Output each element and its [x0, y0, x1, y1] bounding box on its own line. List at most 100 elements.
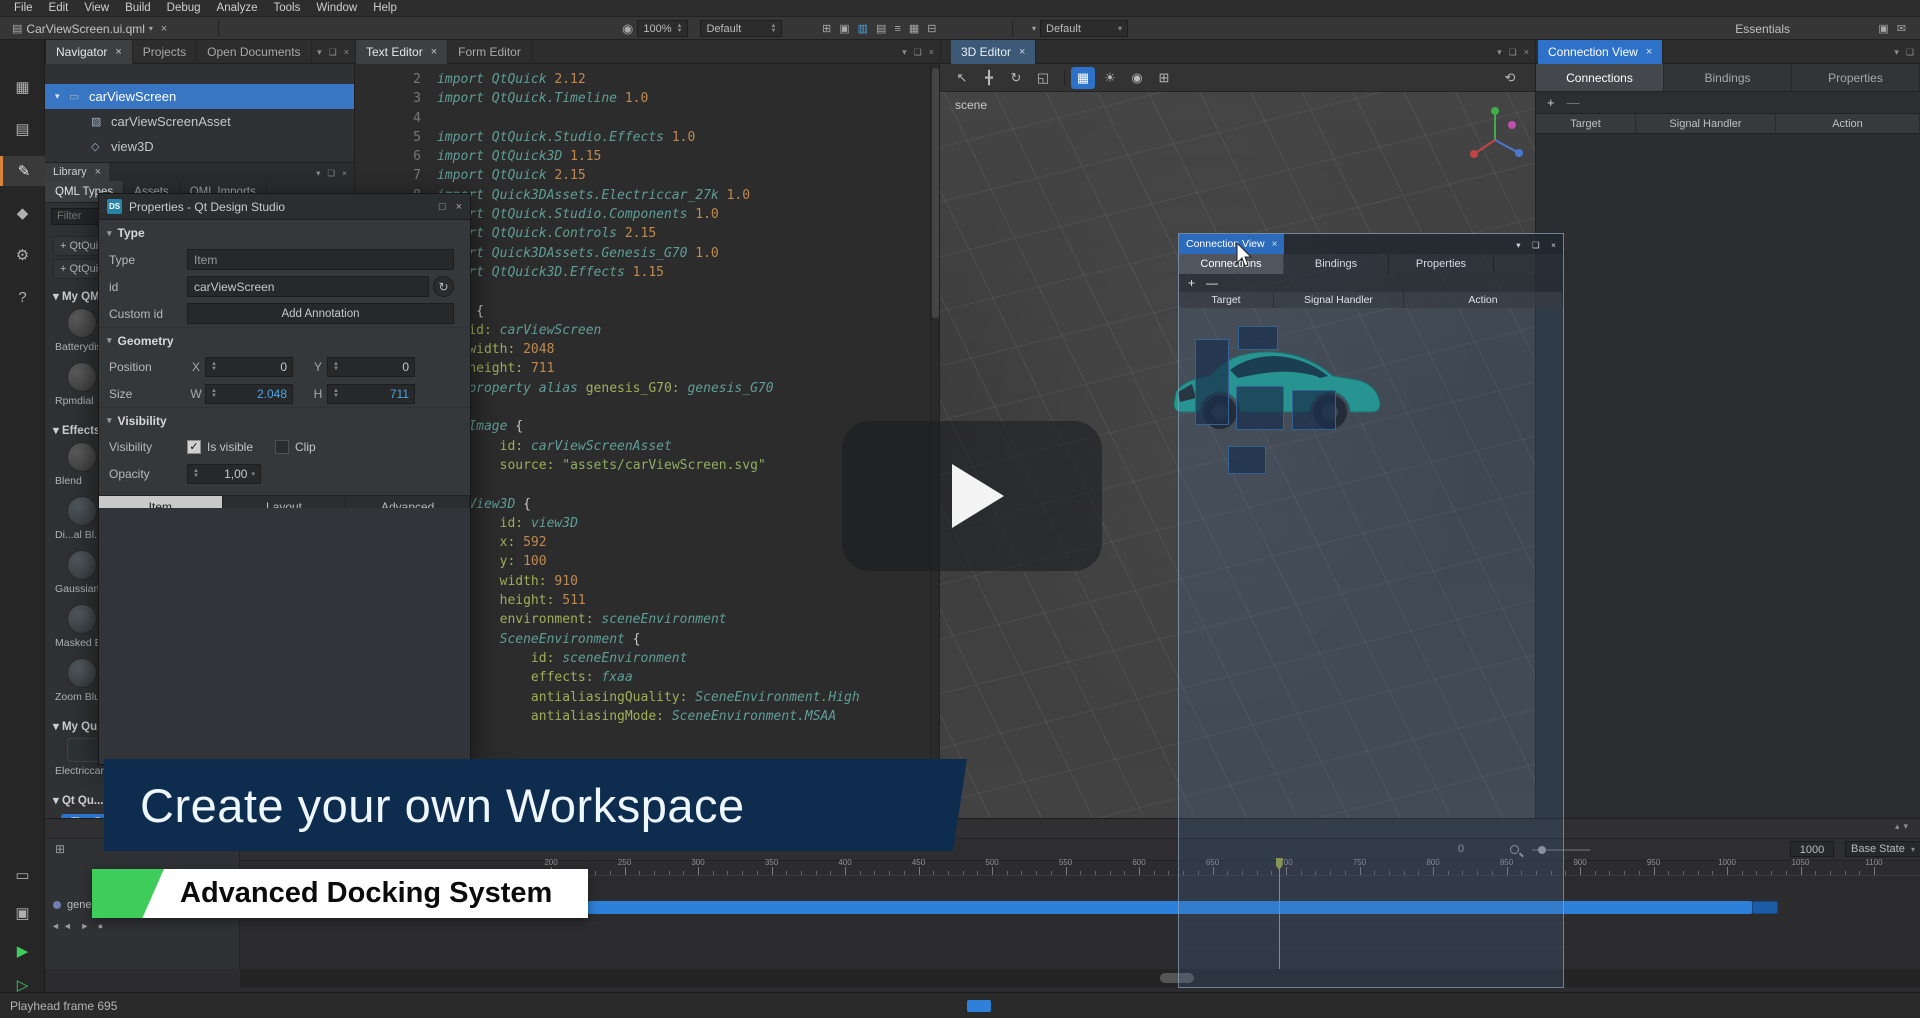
wrench-icon[interactable]: ⚙ [0, 240, 45, 270]
menu-window[interactable]: Window [308, 2, 365, 14]
undock-icon[interactable]: ❏ [1906, 47, 1914, 58]
zoom-stepper[interactable]: 100% ▲▼ [637, 20, 688, 37]
menu-debug[interactable]: Debug [159, 2, 209, 14]
menu-file[interactable]: File [6, 2, 41, 14]
help-icon[interactable]: ? [0, 282, 45, 312]
tree-item-view3D[interactable]: ◇view3D [45, 134, 354, 159]
pencil-icon[interactable]: ✎ [0, 156, 45, 186]
close-icon[interactable]: × [431, 46, 437, 58]
grid-toggle-icon[interactable]: ⊞ [1152, 67, 1176, 89]
close-icon[interactable]: × [95, 166, 101, 178]
tab-bindings[interactable]: Bindings [1284, 254, 1389, 274]
timeline-duration-bar[interactable] [588, 901, 1752, 914]
close-icon[interactable]: × [1019, 46, 1025, 58]
undock-icon[interactable]: ❏ [1509, 47, 1517, 58]
maximize-icon[interactable]: □ [439, 201, 446, 213]
menu-help[interactable]: Help [365, 2, 405, 14]
tab-3d-editor[interactable]: 3D Editor× [951, 40, 1036, 64]
timeline-scrollbar[interactable] [240, 969, 1920, 987]
style-select[interactable]: Default ▲▼ [700, 20, 782, 37]
close-icon[interactable]: × [1551, 240, 1556, 250]
reset-view-icon[interactable]: ⟲ [1498, 67, 1522, 89]
tab-properties[interactable]: Properties [1792, 64, 1920, 91]
theme-select[interactable]: Default ▾ [1040, 20, 1128, 37]
state-select[interactable]: Base State ▾ [1845, 841, 1920, 857]
column-action[interactable]: Action [1776, 114, 1920, 133]
move-tool-icon[interactable]: ╋ [977, 67, 1001, 89]
menu-tools[interactable]: Tools [265, 2, 308, 14]
chevron-down-icon[interactable]: ▾ [902, 47, 907, 58]
scale-tool-icon[interactable]: ◱ [1031, 67, 1055, 89]
close-icon[interactable]: × [1524, 47, 1529, 57]
section-visibility[interactable]: ▾Visibility [99, 407, 470, 433]
x-stepper[interactable]: ▲▼0 [205, 357, 293, 377]
column-target[interactable]: Target [1536, 114, 1636, 133]
stepper-arrows-icon[interactable]: ▲▼ [211, 389, 217, 398]
video-play-button[interactable] [842, 421, 1102, 571]
camera-toggle-icon[interactable]: ◉ [1125, 67, 1149, 89]
rows-icon[interactable]: ▤ [876, 22, 886, 35]
close-icon[interactable]: × [456, 201, 462, 213]
end-frame-field[interactable]: 1000 [1790, 841, 1834, 857]
chevron-down-icon[interactable]: ▾ [1903, 821, 1912, 831]
library-mini-tab[interactable]: Library× [45, 163, 109, 181]
chevron-down-icon[interactable]: ▾ [317, 47, 322, 58]
y-stepper[interactable]: ▲▼0 [327, 357, 415, 377]
tab-projects[interactable]: Projects [133, 40, 197, 64]
menu-analyze[interactable]: Analyze [209, 2, 266, 14]
kit-selector[interactable]: Essentials [1735, 22, 1790, 36]
reset-id-icon[interactable]: ↻ [433, 276, 454, 297]
tree-item-carViewScreenAsset[interactable]: ▨carViewScreenAsset [45, 109, 354, 134]
table-icon[interactable]: ▦ [909, 22, 919, 35]
window-icon[interactable]: ▣ [1878, 22, 1888, 35]
chevron-down-icon[interactable]: ▾ [1894, 47, 1899, 58]
add-connection-button[interactable]: + [1188, 276, 1195, 290]
document-tab-label[interactable]: CarViewScreen.ui.qml [26, 22, 145, 36]
chevron-down-icon[interactable]: ▾ [1032, 24, 1036, 33]
section-geometry[interactable]: ▾Geometry [99, 327, 470, 353]
light-toggle-icon[interactable]: ☀ [1098, 67, 1122, 89]
height-stepper[interactable]: ▲▼711 [327, 384, 415, 404]
tab-connection-view[interactable]: Connection View× [1538, 40, 1663, 64]
close-icon[interactable]: × [1646, 46, 1652, 58]
add-annotation-button[interactable]: Add Annotation [187, 303, 454, 324]
stepper-arrows-icon[interactable]: ▲▼ [211, 362, 217, 371]
scrollbar-thumb[interactable] [932, 68, 939, 318]
close-icon[interactable]: × [929, 47, 934, 57]
is-visible-checkbox[interactable]: ✓ [187, 440, 201, 454]
undock-icon[interactable]: ❏ [329, 47, 337, 58]
grid-icon[interactable]: ⊞ [822, 22, 831, 35]
stepper-arrows-icon[interactable]: ▲▼ [770, 24, 776, 33]
tab-connections[interactable]: Connections [1536, 64, 1664, 91]
components-icon[interactable]: ◆ [0, 198, 45, 228]
columns-icon[interactable]: ▥ [858, 22, 868, 35]
chevron-down-icon[interactable]: ▾ [1516, 240, 1520, 250]
id-field[interactable] [187, 276, 429, 297]
remove-connection-button[interactable]: — [1206, 276, 1218, 290]
timeline-bar-handle[interactable] [1752, 901, 1778, 914]
close-icon[interactable]: × [344, 47, 349, 57]
tab-open-documents[interactable]: Open Documents [197, 40, 311, 64]
dialog-titlebar[interactable]: DS Properties - Qt Design Studio □ × [99, 194, 470, 220]
apps-grid-icon[interactable]: ▦ [0, 72, 45, 102]
close-icon[interactable]: × [115, 46, 121, 58]
close-icon[interactable]: × [342, 168, 347, 178]
type-field[interactable] [187, 249, 454, 270]
stepper-arrows-icon[interactable]: ▲▼ [676, 24, 682, 33]
menu-build[interactable]: Build [117, 2, 159, 14]
add-connection-button[interactable]: + [1547, 95, 1555, 110]
float-window-icon[interactable]: ▣ [839, 22, 849, 35]
play-circle-icon[interactable]: ◉ [622, 21, 633, 37]
stepper-arrows-icon[interactable]: ▲▼ [333, 389, 339, 398]
transport-controls[interactable]: ◄◄ ► ● [51, 921, 106, 931]
chevron-down-icon[interactable]: ▾ [149, 24, 153, 33]
grid-icon[interactable]: ⊞ [55, 842, 65, 856]
play-icon[interactable]: ▶ [0, 936, 45, 966]
close-icon[interactable]: × [161, 23, 167, 35]
menu-view[interactable]: View [76, 2, 117, 14]
chevron-down-icon[interactable]: ▾ [1497, 47, 1502, 58]
clip-checkbox[interactable] [275, 440, 289, 454]
close-icon[interactable]: × [1272, 239, 1278, 250]
tab-properties[interactable]: Properties [1389, 254, 1494, 274]
stepper-arrows-icon[interactable]: ▲▼ [193, 469, 199, 478]
